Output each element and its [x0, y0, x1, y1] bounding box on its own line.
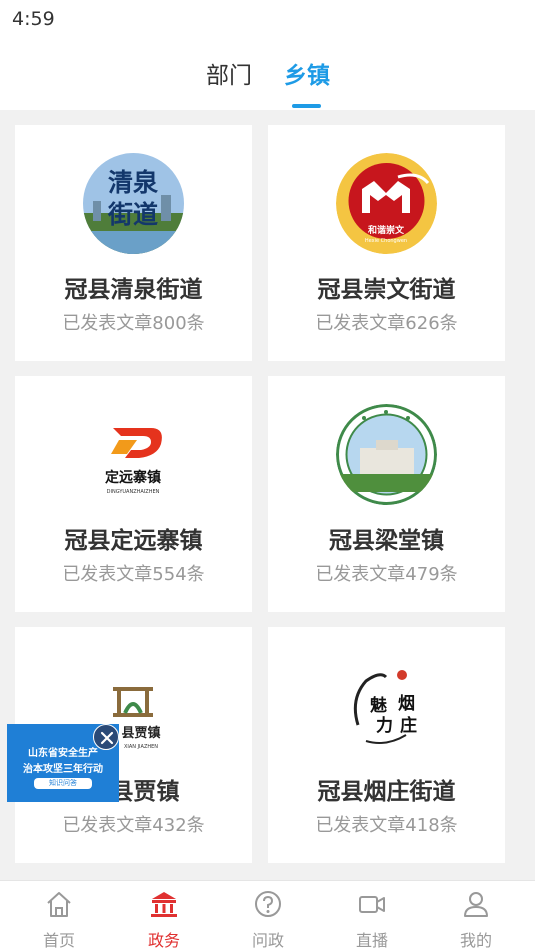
bottom-nav: 首页 政务 问政 直播 我的 — [0, 880, 535, 951]
chongwen-logo-subtext: Hexie Chongwen — [365, 238, 407, 244]
town-card-yanzhuang[interactable]: 魅 力 烟 庄 冠县烟庄街道 已发表文章418条 — [268, 627, 505, 863]
tab-departments[interactable]: 部门 — [206, 56, 252, 90]
yanzhuang-logo-text-right: 烟 — [398, 693, 415, 714]
nav-inquiry[interactable]: 问政 — [228, 887, 308, 950]
qingquan-logo-line2: 街道 — [107, 200, 158, 229]
chongwen-logo-text: 和谐崇文 — [367, 224, 405, 236]
qingquan-logo: 清泉 街道 — [83, 153, 184, 254]
status-time: 4:59 — [12, 8, 55, 30]
card-article-count: 已发表文章800条 — [62, 313, 205, 334]
nav-government[interactable]: 政务 — [124, 887, 204, 950]
qingquan-logo-line1: 清泉 — [108, 168, 158, 197]
home-icon — [47, 892, 71, 917]
nav-government-label: 政务 — [147, 931, 180, 950]
card-title: 冠县崇文街道 — [317, 277, 456, 303]
nav-live-label: 直播 — [355, 931, 388, 950]
dingyuanzhai-logo-subtext: DINGYUANZHAIZHEN — [107, 489, 160, 495]
status-bar: 4:59 — [0, 0, 535, 38]
town-card-qingquan[interactable]: 清泉 街道 冠县清泉街道 已发表文章800条 — [15, 125, 252, 361]
jiazhen-logo-subtext: XIAN JIAZHEN — [124, 744, 158, 750]
yanzhuang-logo: 魅 力 烟 庄 — [336, 655, 437, 756]
dingyuanzhai-logo-text: 定远寨镇 — [105, 469, 161, 486]
card-article-count: 已发表文章418条 — [315, 815, 458, 836]
dingyuanzhai-logo: 定远寨镇 DINGYUANZHAIZHEN — [83, 404, 184, 505]
nav-inquiry-label: 问政 — [251, 931, 284, 950]
banner-line2: 治本攻坚三年行动 — [23, 764, 103, 775]
tab-towns[interactable]: 乡镇 — [284, 56, 330, 90]
tab-bar: 部门 乡镇 — [0, 38, 535, 110]
card-title: 冠县定远寨镇 — [64, 528, 203, 554]
town-card-dingyuanzhai[interactable]: 定远寨镇 DINGYUANZHAIZHEN 冠县定远寨镇 已发表文章554条 — [15, 376, 252, 612]
nav-home[interactable]: 首页 — [19, 887, 99, 950]
nav-home-label: 首页 — [42, 931, 75, 950]
user-icon — [464, 892, 488, 917]
yanzhuang-logo-text-right2: 庄 — [400, 715, 417, 736]
nav-live[interactable]: 直播 — [332, 887, 412, 950]
video-camera-icon — [359, 896, 385, 913]
town-card-chongwen[interactable]: 和谐崇文 Hexie Chongwen 冠县崇文街道 已发表文章626条 — [268, 125, 505, 361]
yanzhuang-logo-text-left: 魅 — [370, 695, 387, 716]
chongwen-logo: 和谐崇文 Hexie Chongwen — [336, 153, 437, 254]
tab-active-indicator — [292, 104, 321, 108]
banner-close-button[interactable] — [93, 724, 119, 750]
close-icon — [100, 731, 114, 745]
card-article-count: 已发表文章432条 — [62, 815, 205, 836]
banner-quiz-button[interactable]: 知识问答 — [34, 778, 92, 789]
question-icon — [255, 891, 281, 917]
government-icon — [151, 892, 177, 917]
card-article-count: 已发表文章626条 — [315, 313, 458, 334]
card-title: 冠县梁堂镇 — [329, 528, 444, 554]
town-card-liangtang[interactable]: 冠县梁堂镇 已发表文章479条 — [268, 376, 505, 612]
jiazhen-logo-text: 县贾镇 — [121, 725, 160, 741]
card-article-count: 已发表文章479条 — [315, 564, 458, 585]
nav-profile-label: 我的 — [459, 931, 492, 950]
nav-profile[interactable]: 我的 — [436, 887, 516, 950]
card-title: 冠县烟庄街道 — [317, 779, 456, 805]
liangtang-logo — [336, 404, 437, 505]
yanzhuang-logo-text-left2: 力 — [376, 715, 393, 736]
card-title: 冠县清泉街道 — [64, 277, 203, 303]
card-article-count: 已发表文章554条 — [62, 564, 205, 585]
